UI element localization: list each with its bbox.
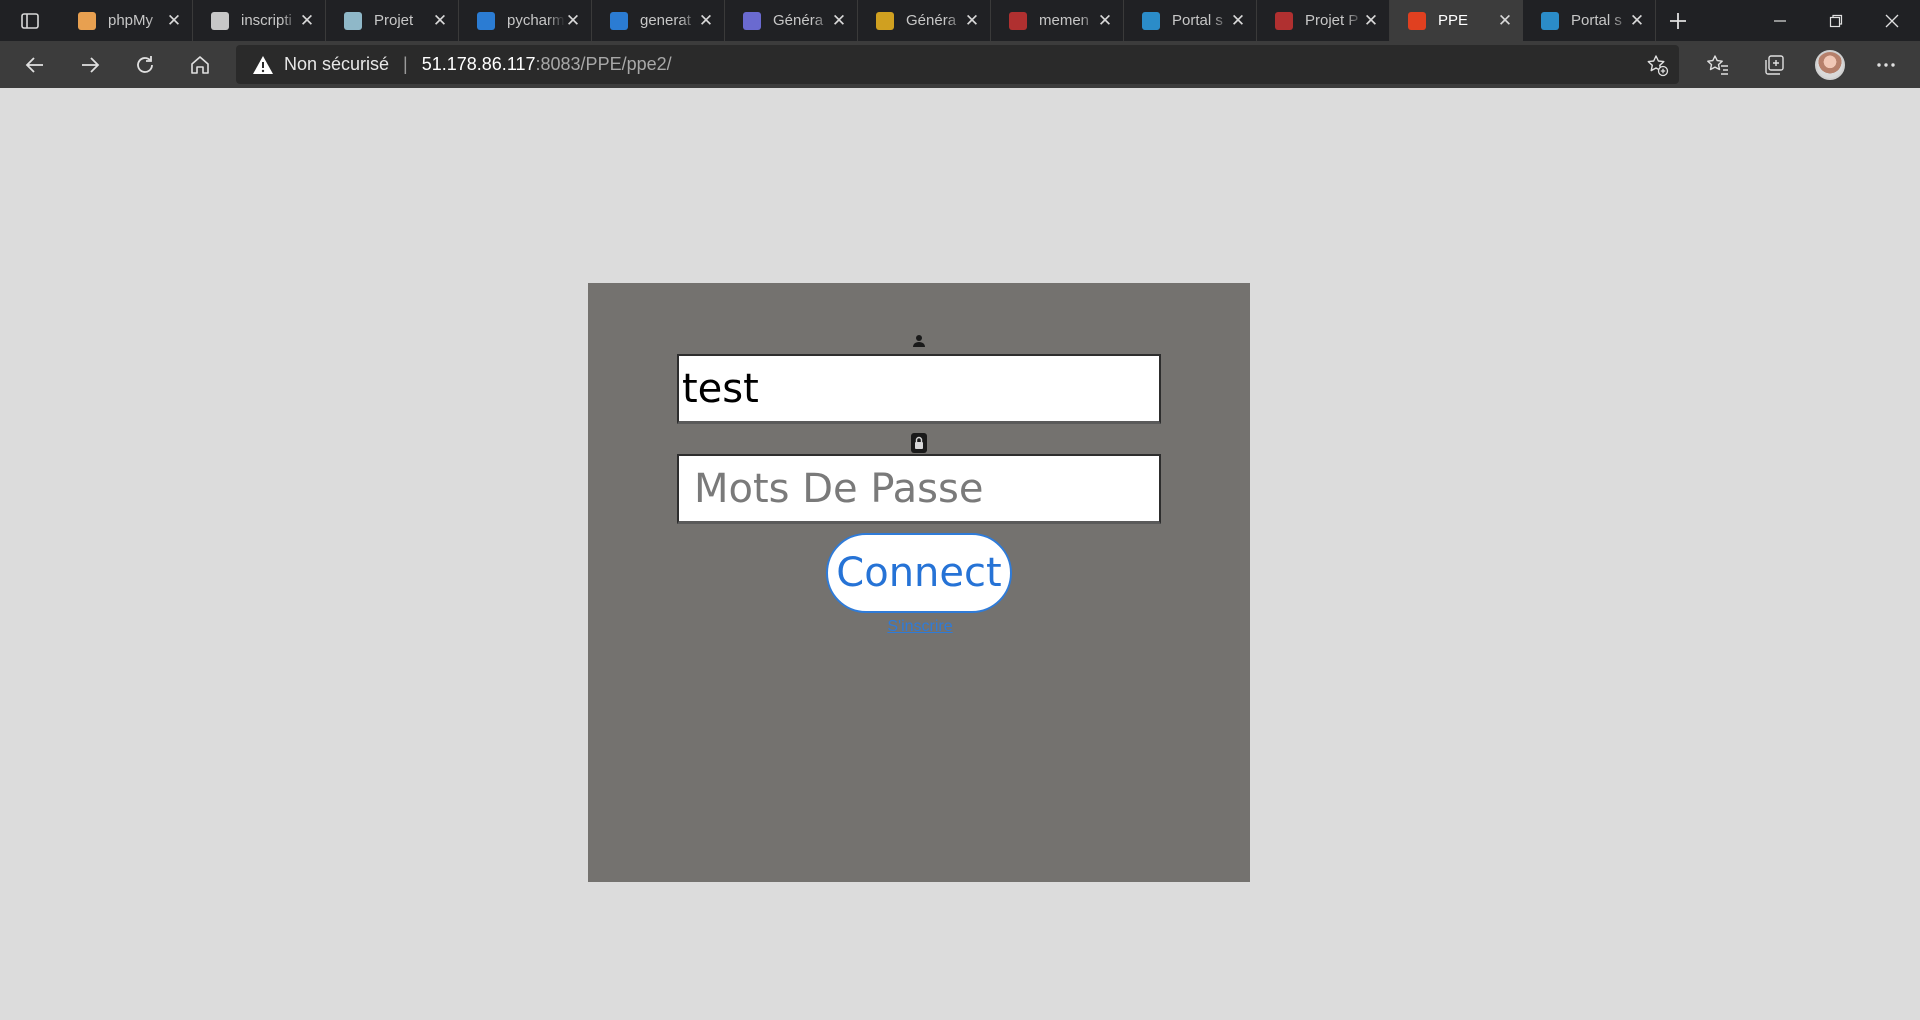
tab-title: generat — [640, 12, 691, 29]
bing-icon — [610, 11, 628, 30]
browser-tab[interactable]: Généra ✕ — [725, 0, 858, 41]
tab-title: Projet P — [1305, 12, 1359, 29]
star-plus-icon — [1647, 55, 1669, 77]
new-tab-button[interactable] — [1656, 0, 1700, 41]
tab-close-icon[interactable]: ✕ — [1230, 11, 1246, 30]
favorites-icon — [1707, 54, 1728, 75]
browser-tab[interactable]: Portal s ✕ — [1523, 0, 1656, 41]
settings-menu-button[interactable] — [1858, 41, 1914, 88]
add-favorite-button[interactable] — [1645, 53, 1669, 82]
tab-close-icon[interactable]: ✕ — [1629, 11, 1645, 30]
url-path: :8083/PPE/ppe2/ — [535, 54, 672, 74]
tab-title: Portal s — [1172, 12, 1223, 29]
tab-close-icon[interactable]: ✕ — [1497, 11, 1513, 30]
toolbar-icons — [1690, 41, 1914, 88]
avatar-icon — [344, 11, 362, 30]
collections-button[interactable] — [1746, 41, 1802, 88]
plus-icon — [1670, 12, 1686, 29]
portal-icon — [1541, 11, 1559, 30]
tab-close-icon[interactable]: ✕ — [1363, 11, 1379, 30]
generator-icon — [743, 11, 761, 30]
browser-tab[interactable]: Portal s ✕ — [1124, 0, 1257, 41]
tab-title: Projet — [374, 12, 414, 29]
home-button[interactable] — [172, 41, 227, 88]
browser-tab[interactable]: Projet ✕ — [326, 0, 459, 41]
back-arrow-icon — [25, 56, 43, 73]
url-host: 51.178.86.117 — [421, 54, 536, 74]
tab-title: inscripti — [241, 12, 292, 29]
tab-title: pycharm — [507, 12, 565, 29]
home-icon — [190, 55, 209, 74]
browser-tab[interactable]: Projet P ✕ — [1257, 0, 1390, 41]
warning-icon — [253, 55, 273, 74]
profile-button[interactable] — [1802, 41, 1858, 88]
tab-close-icon[interactable]: ✕ — [432, 11, 448, 30]
tab-actions-button[interactable] — [0, 0, 60, 41]
address-separator: | — [403, 54, 408, 74]
tab-title: Portal s — [1571, 12, 1622, 29]
warning-icon — [876, 11, 894, 30]
favorites-button[interactable] — [1690, 41, 1746, 88]
pdf-icon — [1009, 11, 1027, 30]
tab-close-icon[interactable]: ✕ — [565, 11, 581, 30]
browser-tab[interactable]: generat ✕ — [592, 0, 725, 41]
window-controls — [1752, 0, 1920, 41]
bing-icon — [477, 11, 495, 30]
tab-close-icon[interactable]: ✕ — [964, 11, 980, 30]
portal-icon — [1142, 11, 1160, 30]
avatar — [1815, 49, 1845, 80]
minimize-icon — [1774, 19, 1786, 22]
tab-close-icon[interactable]: ✕ — [698, 11, 714, 30]
close-window-button[interactable] — [1864, 0, 1920, 41]
user-icon — [913, 335, 925, 347]
tab-list: phpMy ✕ inscripti ✕ Projet ✕ pycharm ✕ generat ✕ G… — [60, 0, 1656, 41]
tab-title: memen — [1039, 12, 1090, 29]
tab-title: PPE — [1438, 12, 1469, 29]
browser-tab[interactable]: Généra ✕ — [858, 0, 991, 41]
restore-icon — [1829, 14, 1843, 27]
tab-title: phpMy — [108, 12, 154, 29]
browser-tab[interactable]: pycharm ✕ — [459, 0, 592, 41]
tab-close-icon[interactable]: ✕ — [299, 11, 315, 30]
forward-button[interactable] — [62, 41, 117, 88]
tab-close-icon[interactable]: ✕ — [831, 11, 847, 30]
tab-strip: phpMy ✕ inscripti ✕ Projet ✕ pycharm ✕ generat ✕ G… — [0, 0, 1920, 41]
browser-tab[interactable]: PPE ✕ — [1390, 0, 1523, 41]
pdf-icon — [1275, 11, 1293, 30]
phpmyadmin-icon — [78, 11, 96, 30]
forward-arrow-icon — [81, 56, 99, 73]
tab-close-icon[interactable]: ✕ — [1097, 11, 1113, 30]
ppe-icon — [1408, 11, 1426, 30]
refresh-icon — [136, 55, 153, 73]
browser-tab[interactable]: inscripti ✕ — [193, 0, 326, 41]
back-button[interactable] — [7, 41, 62, 88]
username-input[interactable] — [677, 354, 1161, 424]
browser-tab[interactable]: phpMy ✕ — [60, 0, 193, 41]
more-options-icon — [1877, 62, 1895, 67]
minimize-button[interactable] — [1752, 0, 1808, 41]
security-status[interactable]: Non sécurisé — [284, 54, 389, 75]
connect-button[interactable]: Connect — [826, 533, 1012, 613]
restore-button[interactable] — [1808, 0, 1864, 41]
tab-close-icon[interactable]: ✕ — [166, 11, 182, 30]
tab-title: Généra — [906, 12, 957, 29]
tab-actions-icon — [21, 12, 39, 29]
signup-link[interactable]: S'inscrire — [850, 618, 990, 636]
browser-tab[interactable]: memen ✕ — [991, 0, 1124, 41]
lock-icon — [911, 433, 927, 453]
password-input[interactable] — [677, 454, 1161, 524]
document-icon — [211, 11, 229, 30]
address-bar[interactable]: Non sécurisé | 51.178.86.117:8083/PPE/pp… — [236, 45, 1679, 84]
tab-title: Généra — [773, 12, 824, 29]
collections-icon — [1765, 54, 1784, 75]
close-icon — [1885, 14, 1899, 27]
refresh-button[interactable] — [117, 41, 172, 88]
browser-toolbar: Non sécurisé | 51.178.86.117:8083/PPE/pp… — [0, 41, 1920, 88]
